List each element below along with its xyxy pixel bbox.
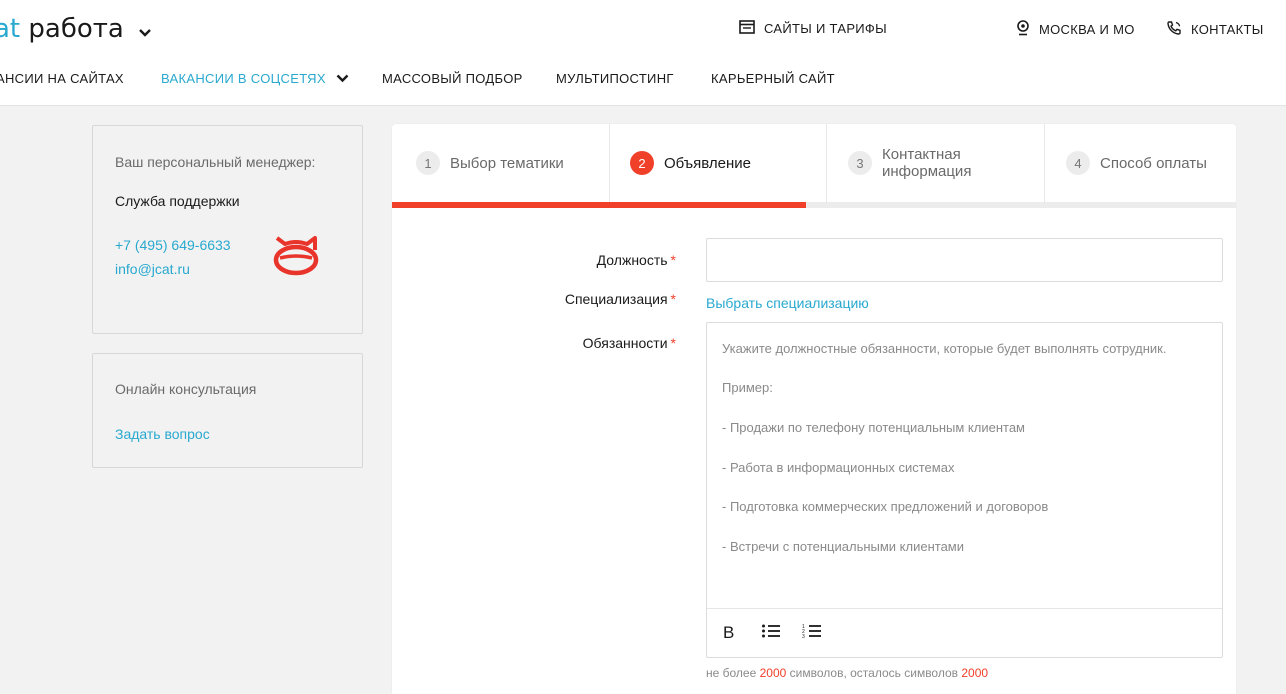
logo-text: работа xyxy=(28,14,124,44)
choose-specialization-link[interactable]: Выбрать специализацию xyxy=(706,295,869,311)
cat-logo-icon xyxy=(271,234,321,281)
region-selector[interactable]: МОСКВА И МО xyxy=(1016,20,1135,39)
duties-label: Обязанности * xyxy=(583,335,676,351)
consult-card: Онлайн консультация Задать вопрос xyxy=(92,353,363,468)
manager-email[interactable]: info@jcat.ru xyxy=(115,261,190,277)
manager-title: Ваш персональный менеджер: xyxy=(115,154,316,170)
placeholder-line: Укажите должностные обязанности, которые… xyxy=(722,341,1167,356)
position-label: Должность * xyxy=(597,252,676,268)
consult-title: Онлайн консультация xyxy=(115,381,257,397)
step-divider xyxy=(1044,124,1045,202)
main-nav: АНСИИ НА САЙТАХ ВАКАНСИИ В СОЦСЕТЯХ МАСС… xyxy=(0,71,1286,91)
required-mark: * xyxy=(670,252,676,268)
step-label-line2: информация xyxy=(882,163,972,180)
logo-brand: at xyxy=(0,14,21,44)
step-divider xyxy=(826,124,827,202)
position-input[interactable] xyxy=(706,238,1223,282)
step-number: 4 xyxy=(1066,151,1090,175)
editor-toolbar: B 123 xyxy=(707,608,1222,657)
step-label-line1: Контактная xyxy=(882,146,961,163)
duties-editor[interactable]: Укажите должностные обязанности, которые… xyxy=(706,322,1223,658)
vacancy-form: 1 Выбор тематики 2 Объявление 3 Контактн… xyxy=(392,124,1236,694)
step-label: Способ оплаты xyxy=(1100,154,1207,172)
step-number: 1 xyxy=(416,151,440,175)
contacts-link[interactable]: КОНТАКТЫ xyxy=(1166,20,1264,39)
required-mark: * xyxy=(670,291,676,307)
placeholder-line: - Работа в информационных системах xyxy=(722,460,955,475)
nav-label: ВАКАНСИИ В СОЦСЕТЯХ xyxy=(161,71,326,86)
limit-left: 2000 xyxy=(961,666,989,680)
nav-label: АНСИИ НА САЙТАХ xyxy=(0,71,124,86)
bullet-list-icon[interactable] xyxy=(761,623,781,644)
region-label: МОСКВА И МО xyxy=(1039,22,1135,37)
spec-label-text: Специализация xyxy=(564,291,668,307)
step-label: Контактная информация xyxy=(882,146,971,180)
contacts-label: КОНТАКТЫ xyxy=(1191,22,1264,37)
limit-mid: символов, осталось символов xyxy=(789,666,959,680)
step-divider xyxy=(609,124,610,202)
site-logo[interactable]: at работа xyxy=(0,12,152,47)
bold-button[interactable]: B xyxy=(723,623,734,643)
manager-phone[interactable]: +7 (495) 649-6633 xyxy=(115,237,231,253)
nav-label: КАРЬЕРНЫЙ САЙТ xyxy=(711,71,835,86)
limit-max: 2000 xyxy=(759,666,787,680)
numbered-list-icon[interactable]: 123 xyxy=(802,623,822,644)
manager-name: Служба поддержки xyxy=(115,193,240,209)
chevron-down-icon[interactable] xyxy=(138,13,152,47)
nav-vacancies-social[interactable]: ВАКАНСИИ В СОЦСЕТЯХ xyxy=(161,71,349,86)
nav-multiposting[interactable]: МУЛЬТИПОСТИНГ xyxy=(556,71,674,86)
step-label: Выбор тематики xyxy=(450,154,564,172)
manager-card: Ваш персональный менеджер: Служба поддер… xyxy=(92,125,363,334)
sites-tariffs-label: САЙТЫ И ТАРИФЫ xyxy=(764,21,887,36)
required-mark: * xyxy=(670,335,676,351)
placeholder-line: - Продажи по телефону потенциальным клие… xyxy=(722,420,1025,435)
step-1[interactable]: 1 Выбор тематики xyxy=(416,124,564,202)
placeholder-line: - Встречи с потенциальными клиентами xyxy=(722,539,965,554)
step-2[interactable]: 2 Объявление xyxy=(630,124,751,202)
nav-mass-hiring[interactable]: МАССОВЫЙ ПОДБОР xyxy=(382,71,523,86)
step-number: 3 xyxy=(848,151,872,175)
placeholder-line: - Подготовка коммерческих предложений и … xyxy=(722,499,1049,514)
char-limit-hint: не более 2000 символов, осталось символо… xyxy=(706,666,988,680)
phone-icon xyxy=(1166,20,1182,39)
nav-label: МАССОВЫЙ ПОДБОР xyxy=(382,71,523,86)
step-number: 2 xyxy=(630,151,654,175)
nav-label: МУЛЬТИПОСТИНГ xyxy=(556,71,674,86)
chevron-down-icon[interactable] xyxy=(336,71,349,86)
nav-career-site[interactable]: КАРЬЕРНЫЙ САЙТ xyxy=(711,71,835,86)
steps-bar: 1 Выбор тематики 2 Объявление 3 Контактн… xyxy=(392,124,1236,202)
sites-tariffs-link[interactable]: САЙТЫ И ТАРИФЫ xyxy=(739,20,887,37)
spec-label: Специализация * xyxy=(565,291,676,307)
nav-vacancies-on-sites[interactable]: АНСИИ НА САЙТАХ xyxy=(0,71,124,86)
progress-bar xyxy=(392,202,1236,208)
progress-fill xyxy=(392,202,806,208)
svg-text:3: 3 xyxy=(802,634,805,639)
top-header: at работа САЙТЫ И ТАРИФЫ МОСКВА И МО КОН… xyxy=(0,0,1286,106)
position-label-text: Должность xyxy=(596,252,668,268)
step-label: Объявление xyxy=(664,154,751,172)
tariffs-icon xyxy=(739,20,755,37)
placeholder-line: Пример: xyxy=(722,380,773,395)
location-pin-icon xyxy=(1016,20,1030,39)
step-4[interactable]: 4 Способ оплаты xyxy=(1066,124,1207,202)
limit-pre: не более xyxy=(706,666,757,680)
step-3[interactable]: 3 Контактная информация xyxy=(848,124,971,202)
duties-label-text: Обязанности xyxy=(582,335,668,351)
ask-question-link[interactable]: Задать вопрос xyxy=(115,426,210,442)
